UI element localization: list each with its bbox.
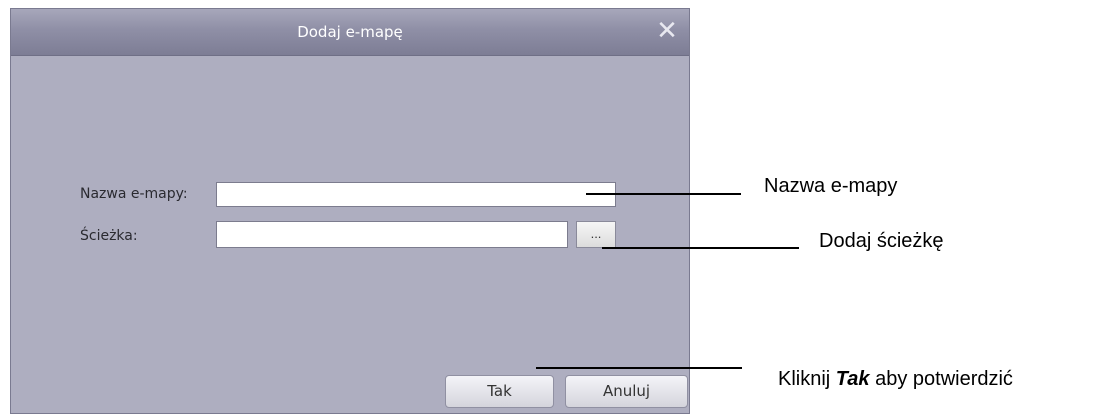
confirm-callout-prefix: Kliknij <box>778 368 836 390</box>
confirm-callout-line <box>536 367 742 369</box>
name-callout-text: Nazwa e-mapy <box>764 175 898 197</box>
confirm-callout-text: Kliknij Tak aby potwierdzić <box>778 368 1013 391</box>
browse-path-button[interactable]: ... <box>576 221 616 248</box>
ok-button[interactable]: Tak <box>445 375 554 408</box>
confirm-callout-suffix: aby potwierdzić <box>869 368 1013 390</box>
path-callout-line <box>602 247 799 249</box>
dialog-title: Dodaj e-mapę <box>297 23 403 41</box>
path-input[interactable] <box>216 221 568 248</box>
dialog-titlebar[interactable]: Dodaj e-mapę ✕ <box>11 9 689 56</box>
canvas: Dodaj e-mapę ✕ Nazwa e-mapy: Ścieżka: ..… <box>0 0 1096 418</box>
close-icon[interactable]: ✕ <box>655 18 679 44</box>
path-callout-text: Dodaj ścieżkę <box>819 230 944 252</box>
confirm-callout-bold: Tak <box>835 368 870 390</box>
add-emap-dialog: Dodaj e-mapę ✕ Nazwa e-mapy: Ścieżka: ..… <box>10 8 690 414</box>
path-label: Ścieżka: <box>80 228 138 244</box>
name-callout-line <box>586 193 741 195</box>
emap-name-label: Nazwa e-mapy: <box>80 186 188 202</box>
cancel-button[interactable]: Anuluj <box>565 375 688 408</box>
emap-name-input[interactable] <box>216 182 616 207</box>
